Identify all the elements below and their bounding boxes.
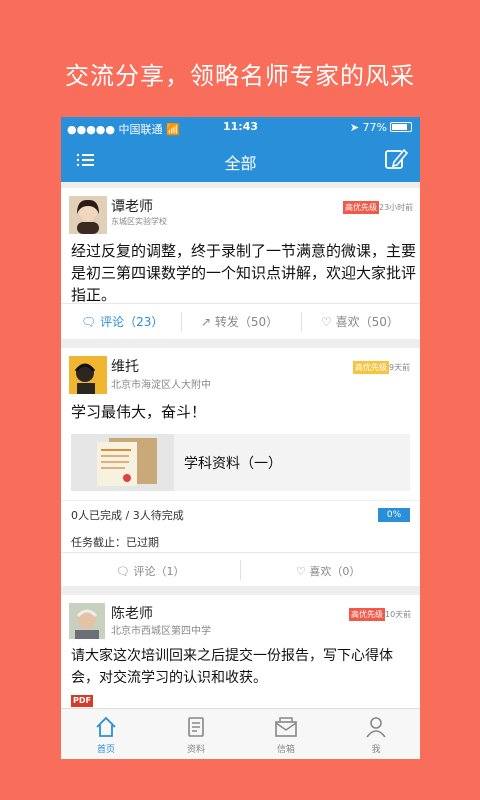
feed-list[interactable]: 谭老师 东城区实验学校 高优先级 23小时前 经过反复的调整，终于录制了一节满意…	[61, 182, 420, 708]
heart-icon: ♡	[296, 565, 306, 578]
profile-icon	[366, 717, 386, 738]
author-school: 东城区实验学校	[111, 217, 167, 226]
attachment-card[interactable]: 学科资料（一）	[71, 434, 410, 491]
author-school: 北京市西城区第四中学	[111, 626, 211, 637]
home-icon	[96, 716, 116, 737]
attachment-title: 学科资料（一）	[184, 456, 282, 472]
post-actions: 🗨 评论（23） ↗ 转发（50） ♡ 喜欢（50）	[61, 303, 420, 340]
avatar[interactable]	[69, 356, 107, 394]
like-button[interactable]: ♡ 喜欢（0）	[296, 563, 360, 579]
phone-screen: ●●●●● 中国联通 📶 11:43 ➤ 77% 全部 谭老师 东城区实验学校 …	[61, 117, 420, 759]
divider	[240, 560, 241, 580]
post-actions: 🗨 评论（1） ♡ 喜欢（0）	[61, 552, 420, 587]
comment-icon: 🗨	[116, 565, 130, 578]
share-icon: ↗	[201, 315, 212, 329]
document-thumbnail-icon	[71, 434, 174, 491]
tab-me[interactable]: 我	[331, 709, 420, 759]
comment-button[interactable]: 🗨 评论（1）	[116, 563, 184, 579]
comment-button[interactable]: 🗨 评论（23）	[81, 313, 163, 330]
status-bar: ●●●●● 中国联通 📶 11:43 ➤ 77%	[61, 117, 420, 138]
status-badge: 高优先级	[349, 608, 385, 621]
avatar[interactable]	[69, 603, 105, 639]
heart-icon: ♡	[321, 315, 332, 329]
page-title: 全部	[224, 154, 257, 173]
mailbox-icon	[275, 717, 297, 737]
divider	[61, 500, 420, 501]
timestamp: 23小时前	[379, 203, 414, 212]
post-card[interactable]: 维托 北京市海淀区人大附中 高优先级 9天前 学习最伟大，奋斗！ 学科资料（一）	[61, 348, 420, 586]
tab-home[interactable]: 首页	[61, 709, 151, 759]
divider	[181, 312, 182, 332]
post-card[interactable]: 谭老师 东城区实验学校 高优先级 23小时前 经过反复的调整，终于录制了一节满意…	[61, 188, 420, 339]
repost-button[interactable]: ↗ 转发（50）	[201, 313, 278, 330]
nav-bar: 全部	[61, 138, 420, 182]
edit-icon[interactable]	[384, 147, 408, 171]
author-name[interactable]: 陈老师	[111, 603, 153, 623]
battery-icon	[390, 122, 412, 132]
timestamp: 9天前	[389, 363, 411, 372]
post-content: 请大家这次培训回来之后提交一份报告，写下心得体会，对交流学习的认识和收获。	[71, 648, 393, 686]
author-name[interactable]: 谭老师	[111, 196, 153, 216]
tab-mailbox[interactable]: 信箱	[241, 709, 331, 759]
author-name[interactable]: 维托	[111, 356, 139, 376]
like-button[interactable]: ♡ 喜欢（50）	[321, 313, 399, 330]
status-badge: 高优先级	[353, 361, 389, 374]
pdf-icon: PDF	[71, 695, 93, 707]
deadline-text: 任务截止：已过期	[71, 536, 159, 549]
post-content: 学习最伟大，奋斗！	[71, 403, 207, 421]
headline: 交流分享，领略名师专家的风采	[65, 62, 415, 90]
post-content: 经过反复的调整，终于录制了一节满意的微课，主要是初三第四课数学的一个知识点讲解，…	[71, 242, 417, 304]
divider	[301, 312, 302, 332]
tab-materials[interactable]: 资料	[151, 709, 241, 759]
status-right: ➤ 77%	[350, 121, 412, 134]
post-card[interactable]: 陈老师 北京市西城区第四中学 高优先级 10天前 请大家这次培训回来之后提交一份…	[61, 595, 420, 708]
progress-badge: 0%	[378, 508, 410, 522]
author-school: 北京市海淀区人大附中	[111, 380, 211, 391]
status-badge: 高优先级	[343, 201, 379, 214]
document-icon	[188, 717, 204, 737]
timestamp: 10天前	[385, 610, 412, 619]
comment-icon: 🗨	[81, 315, 97, 329]
avatar[interactable]	[69, 196, 107, 234]
tab-bar: 首页 资料 信箱 我	[61, 708, 420, 759]
completion-status: 0人已完成 / 3人待完成	[71, 509, 184, 522]
